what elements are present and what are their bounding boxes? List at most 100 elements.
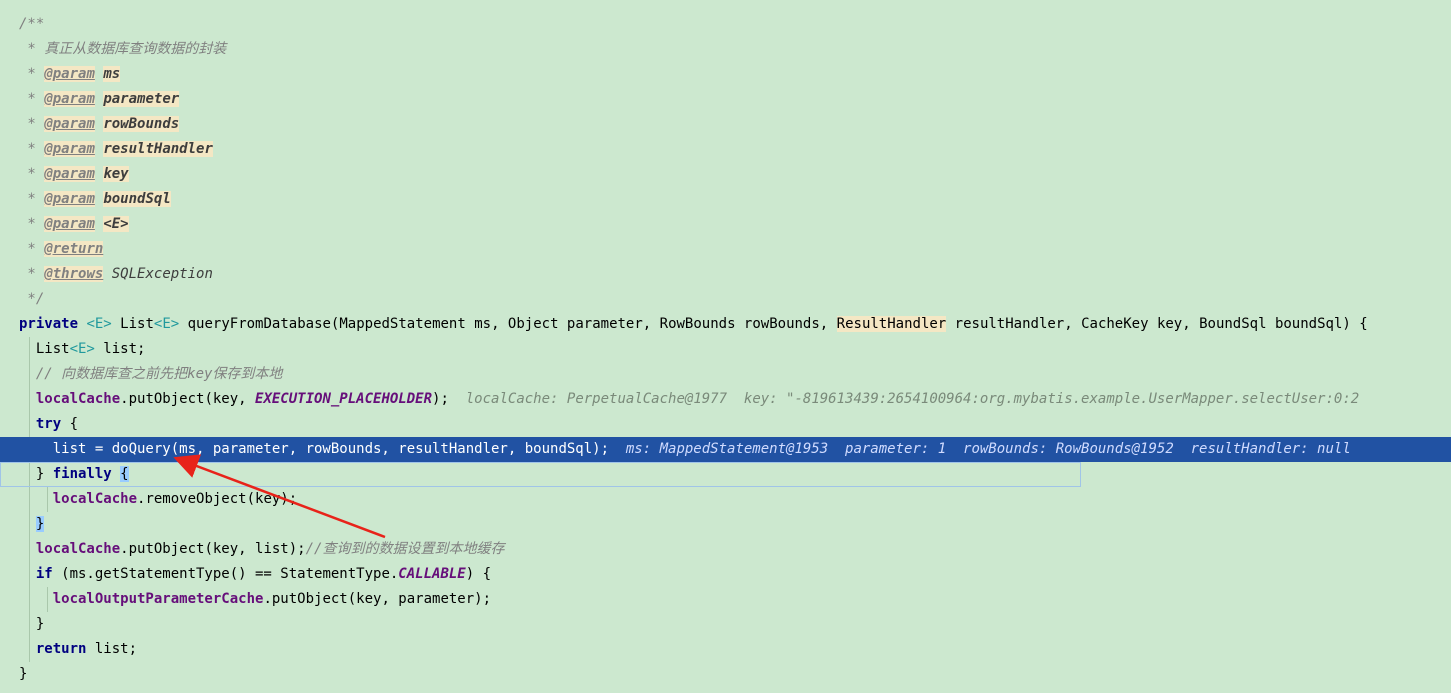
code-token: */ [19, 291, 45, 307]
code-line[interactable]: * @param parameter [0, 87, 1451, 112]
code-token: .putObject(key, [120, 391, 256, 407]
code-token: queryFromDatabase(MappedStatement ms, Ob… [179, 316, 837, 332]
code-token: { [120, 466, 129, 482]
code-token: list = doQuery(ms, parameter, rowBounds,… [19, 441, 626, 457]
code-token: * [19, 241, 45, 257]
code-line[interactable]: * @return [0, 237, 1451, 262]
code-token: ResultHandler [836, 316, 947, 332]
code-token: * [19, 191, 45, 207]
code-token: <E> [86, 316, 112, 332]
code-token: * [19, 66, 45, 82]
code-token: parameter [103, 91, 180, 107]
code-line-current[interactable]: list = doQuery(ms, parameter, rowBounds,… [0, 437, 1451, 462]
code-token: localCache [35, 391, 121, 407]
code-token: rowBounds [103, 116, 180, 132]
code-token: @param [44, 91, 95, 107]
code-token: try [35, 416, 62, 432]
code-token: finally [52, 466, 112, 482]
code-token: <E> [69, 341, 95, 357]
code-token: resultHandler [103, 141, 213, 157]
code-token: private [19, 316, 79, 332]
code-token: { [61, 416, 79, 432]
code-token: localOutputParameterCache [52, 591, 264, 607]
code-line[interactable]: List<E> list; [0, 337, 1451, 362]
code-token: @throws [44, 266, 104, 282]
code-token: EXECUTION_PLACEHOLDER [255, 391, 433, 407]
code-token: localCache: PerpetualCache@1977 key: "-8… [465, 391, 1360, 407]
code-token: key [103, 166, 129, 182]
code-line[interactable]: } [0, 512, 1451, 537]
code-token: } [19, 466, 53, 482]
code-line[interactable]: * @param <E> [0, 212, 1451, 237]
code-token: @param [44, 141, 95, 157]
code-line[interactable]: try { [0, 412, 1451, 437]
code-line[interactable]: localCache.putObject(key, EXECUTION_PLAC… [0, 387, 1451, 412]
code-line[interactable]: * @param boundSql [0, 187, 1451, 212]
code-token: if [35, 566, 53, 582]
code-line[interactable]: // 向数据库查之前先把key保存到本地 [0, 362, 1451, 387]
code-token: //查询到的数据设置到本地缓存 [305, 541, 505, 557]
code-line[interactable]: */ [0, 287, 1451, 312]
code-line[interactable]: * 真正从数据库查询数据的封装 [0, 37, 1451, 62]
code-token: // 向数据库查之前先把key保存到本地 [19, 366, 283, 382]
code-token: * 真正从数据库查询数据的封装 [19, 41, 227, 57]
code-token: resultHandler, CacheKey key, BoundSql bo… [946, 316, 1368, 332]
code-token: @param [44, 116, 95, 132]
code-token: * [19, 91, 45, 107]
code-token: } [19, 666, 28, 682]
code-line[interactable]: localCache.putObject(key, list);//查询到的数据… [0, 537, 1451, 562]
code-line[interactable]: return list; [0, 637, 1451, 662]
code-token: boundSql [103, 191, 171, 207]
code-line[interactable]: * @throws SQLException [0, 262, 1451, 287]
code-token: SQLException [111, 266, 213, 282]
code-line[interactable]: private <E> List<E> queryFromDatabase(Ma… [0, 312, 1451, 337]
code-token: List [19, 341, 70, 357]
code-token: CALLABLE [398, 566, 466, 582]
code-line[interactable]: } [0, 662, 1451, 687]
code-token: ) { [465, 566, 492, 582]
code-token: .putObject(key, parameter); [263, 591, 492, 607]
code-line[interactable]: if (ms.getStatementType() == StatementTy… [0, 562, 1451, 587]
code-token: @param [44, 191, 95, 207]
code-token: return [35, 641, 87, 657]
code-token: <E> [103, 216, 129, 232]
code-token: ms [103, 66, 121, 82]
code-token: } [35, 516, 45, 532]
code-token: @return [44, 241, 104, 257]
code-line[interactable]: } [0, 612, 1451, 637]
code-line[interactable]: /** [0, 12, 1451, 37]
code-token: localCache [52, 491, 138, 507]
code-line[interactable]: localOutputParameterCache.putObject(key,… [0, 587, 1451, 612]
code-token: list; [86, 641, 138, 657]
code-line[interactable]: * @param resultHandler [0, 137, 1451, 162]
code-token: localCache [35, 541, 121, 557]
code-token: @param [44, 216, 95, 232]
code-token: /** [19, 16, 45, 32]
code-token: (ms.getStatementType() == StatementType. [52, 566, 399, 582]
code-token: <E> [153, 316, 180, 332]
code-token: @param [44, 66, 95, 82]
code-token: * [19, 116, 45, 132]
code-token: .putObject(key, list); [120, 541, 306, 557]
code-token: .removeObject(key); [137, 491, 298, 507]
code-line[interactable]: * @param ms [0, 62, 1451, 87]
code-line[interactable]: localCache.removeObject(key); [0, 487, 1451, 512]
code-token: ); [432, 391, 466, 407]
code-token: * [19, 266, 45, 282]
code-line[interactable]: * @param key [0, 162, 1451, 187]
code-editor[interactable]: /** * 真正从数据库查询数据的封装 * @param ms * @param… [0, 0, 1451, 693]
code-token: } [19, 616, 45, 632]
code-line[interactable]: } finally { [0, 462, 1451, 487]
code-line[interactable]: * @param rowBounds [0, 112, 1451, 137]
code-token: @param [44, 166, 95, 182]
